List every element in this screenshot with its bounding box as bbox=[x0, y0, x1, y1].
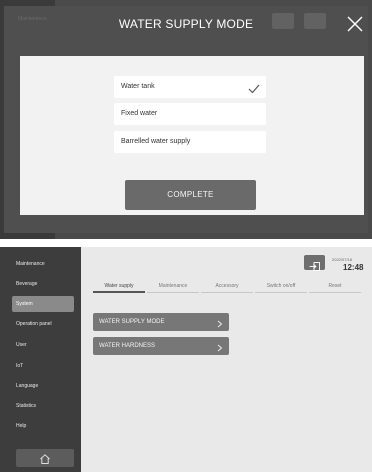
water-supply-mode-screen: Maintenance WATER SUPPLY MODE Water tank… bbox=[0, 0, 372, 239]
exit-icon bbox=[309, 258, 320, 271]
option-barrelled-water-supply[interactable]: Barrelled water supply bbox=[114, 131, 266, 153]
sidebar-item-help[interactable]: Help bbox=[12, 418, 74, 434]
tab-accessory[interactable]: Accessory bbox=[201, 281, 253, 293]
option-water-tank[interactable]: Water tank bbox=[114, 76, 266, 98]
sidebar-item-maintenance[interactable]: Maintenance bbox=[12, 256, 74, 272]
sidebar-item-language[interactable]: Language bbox=[12, 378, 74, 394]
header-button-1 bbox=[272, 13, 294, 29]
sidebar-item-statistics[interactable]: Statistics bbox=[12, 398, 74, 414]
sidebar-item-beverage[interactable]: Beverage bbox=[12, 276, 74, 292]
tab-water-supply[interactable]: Water supply bbox=[93, 281, 145, 293]
check-icon bbox=[248, 82, 260, 94]
close-icon[interactable] bbox=[345, 14, 365, 34]
date-label: 2022/07/18 bbox=[332, 257, 353, 262]
menu-item-label: WATER SUPPLY MODE bbox=[99, 319, 165, 325]
home-icon bbox=[39, 452, 51, 464]
screen-divider bbox=[0, 239, 372, 247]
sidebar-item-iot[interactable]: IoT bbox=[12, 358, 74, 374]
sidebar-item-system[interactable]: System bbox=[12, 296, 74, 312]
sidebar-item-user[interactable]: User bbox=[12, 337, 74, 353]
main-content: 2022/07/18 12:48 Water supply Maintenanc… bbox=[81, 247, 372, 472]
option-label: Fixed water bbox=[121, 110, 158, 117]
option-label: Barrelled water supply bbox=[121, 138, 191, 145]
header-button-2 bbox=[304, 13, 326, 29]
complete-button[interactable]: COMPLETE bbox=[125, 180, 256, 210]
settings-screen: Maintenance Beverage System Operation pa… bbox=[0, 247, 372, 472]
menu-item-label: WATER HARDNESS bbox=[99, 343, 156, 349]
tab-maintenance[interactable]: Maintenance bbox=[147, 281, 199, 293]
sidebar: Maintenance Beverage System Operation pa… bbox=[0, 247, 81, 472]
time-label: 12:48 bbox=[343, 263, 364, 272]
chevron-right-icon bbox=[217, 318, 223, 328]
home-button[interactable] bbox=[16, 449, 74, 467]
tab-reset[interactable]: Reset bbox=[309, 281, 361, 293]
option-fixed-water[interactable]: Fixed water bbox=[114, 103, 266, 125]
sidebar-item-operation-panel[interactable]: Operation panel bbox=[12, 316, 74, 332]
tab-switch-on-off[interactable]: Switch on/off bbox=[255, 281, 307, 293]
water-supply-mode-button[interactable]: WATER SUPPLY MODE bbox=[93, 313, 229, 331]
chevron-right-icon bbox=[217, 342, 223, 352]
exit-button[interactable] bbox=[304, 255, 325, 271]
water-hardness-button[interactable]: WATER HARDNESS bbox=[93, 337, 229, 355]
option-label: Water tank bbox=[121, 83, 155, 90]
